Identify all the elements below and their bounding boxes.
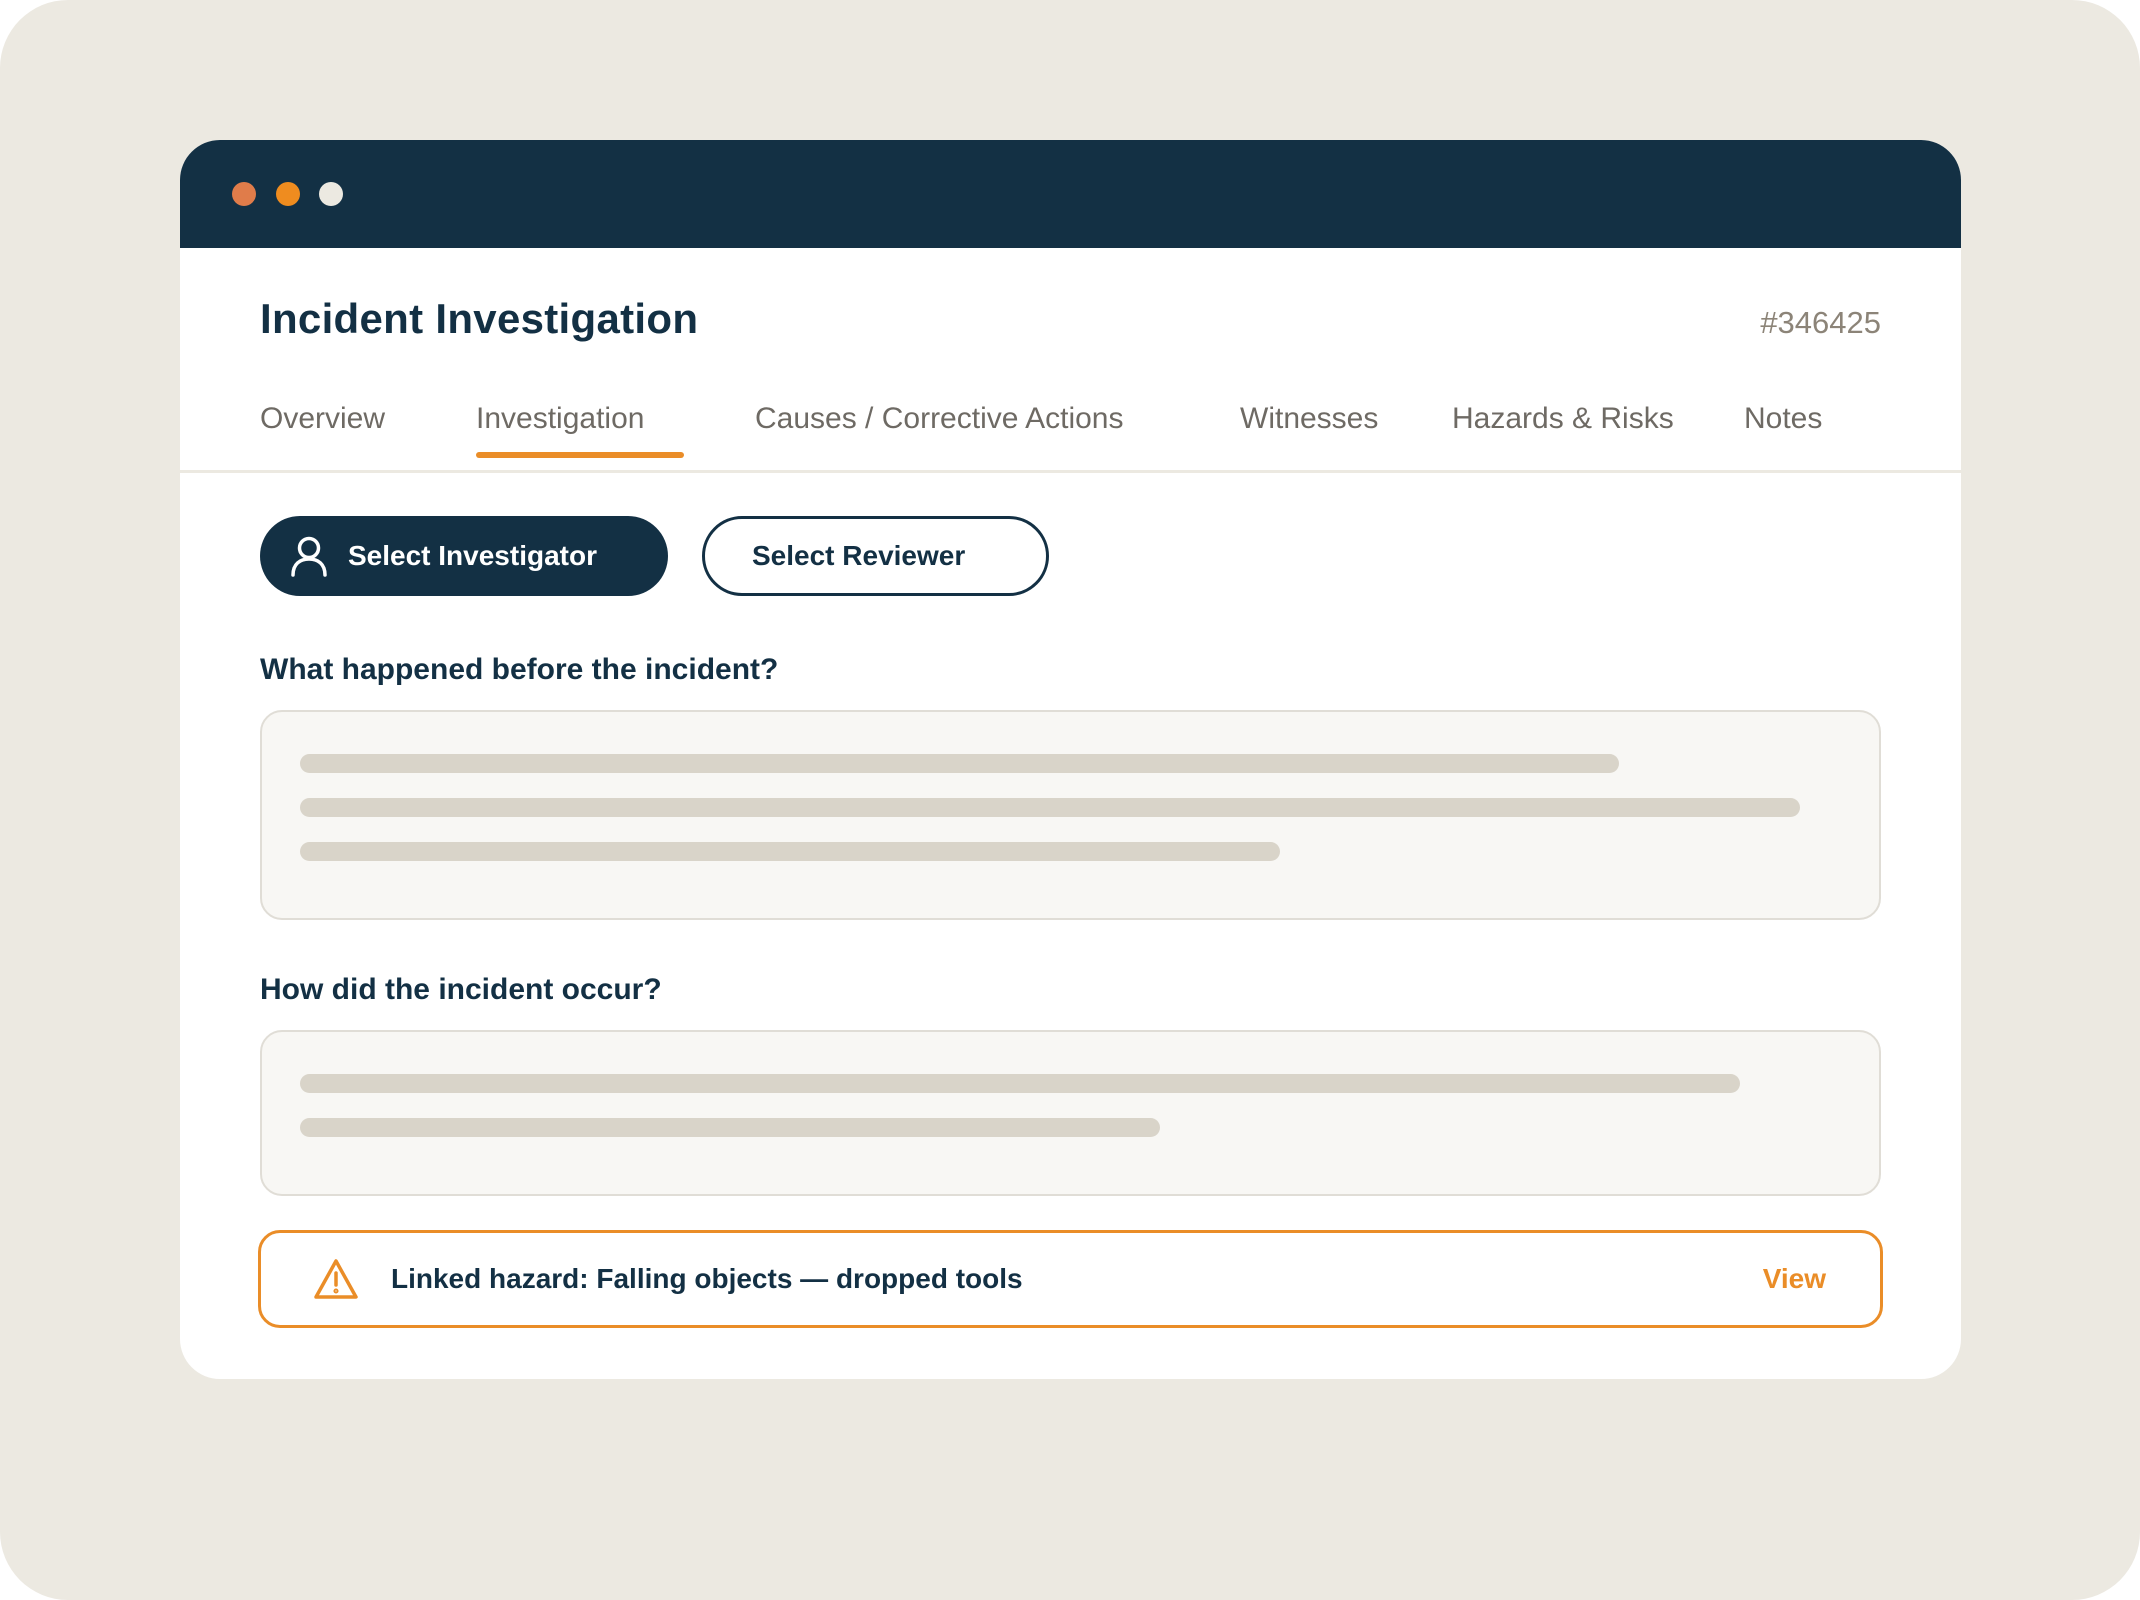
linked-hazard-banner: Linked hazard: Falling objects — dropped… [258, 1230, 1883, 1328]
question-before-incident: What happened before the incident? [260, 653, 779, 686]
select-investigator-label: Select Investigator [348, 540, 597, 571]
tab-causes-corrective-actions[interactable]: Causes / Corrective Actions [755, 402, 1123, 436]
question-how-occurred: How did the incident occur? [260, 973, 662, 1006]
window-close-dot[interactable] [232, 182, 256, 206]
page-background: Incident Investigation #346425 Overview … [0, 0, 2140, 1600]
placeholder-line [300, 798, 1800, 817]
tab-hazards-risks[interactable]: Hazards & Risks [1452, 402, 1674, 436]
window-minimize-dot[interactable] [276, 182, 300, 206]
placeholder-line [300, 1074, 1740, 1093]
app-window: Incident Investigation #346425 Overview … [180, 140, 1961, 1379]
select-investigator-button[interactable]: Select Investigator [260, 516, 668, 596]
tab-witnesses[interactable]: Witnesses [1240, 402, 1378, 436]
warning-icon [313, 1258, 359, 1300]
before-incident-textarea[interactable] [260, 710, 1881, 920]
page-title: Incident Investigation [260, 295, 699, 342]
tabs-divider [180, 470, 1961, 473]
active-tab-indicator [476, 452, 684, 458]
select-reviewer-button[interactable]: Select Reviewer [702, 516, 1049, 596]
tab-notes[interactable]: Notes [1744, 402, 1822, 436]
view-hazard-link[interactable]: View [1763, 1263, 1826, 1295]
window-maximize-dot[interactable] [319, 182, 343, 206]
window-titlebar [180, 140, 1961, 248]
tab-investigation[interactable]: Investigation [476, 402, 644, 436]
record-id: #346425 [1760, 305, 1881, 340]
tab-overview[interactable]: Overview [260, 402, 385, 436]
how-occurred-textarea[interactable] [260, 1030, 1881, 1196]
user-icon [290, 535, 328, 577]
placeholder-line [300, 754, 1619, 773]
select-reviewer-label: Select Reviewer [752, 540, 966, 571]
placeholder-line [300, 842, 1280, 861]
placeholder-line [300, 1118, 1160, 1137]
linked-hazard-text: Linked hazard: Falling objects — dropped… [391, 1263, 1023, 1294]
